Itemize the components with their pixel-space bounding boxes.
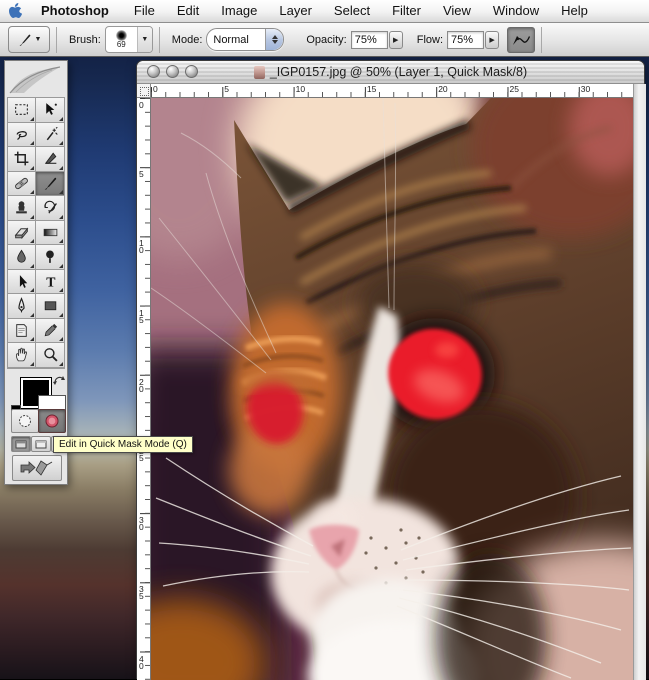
close-button[interactable]	[147, 65, 160, 78]
standard-mode-button[interactable]	[11, 409, 39, 433]
mode-label: Mode:	[172, 34, 203, 46]
flow-slider-button[interactable]: ▶	[485, 31, 499, 49]
vertical-ruler: 051 01 52 02 53 03 54 0	[137, 98, 151, 680]
tool-blur[interactable]	[8, 245, 36, 270]
tool-move[interactable]	[36, 98, 64, 123]
ruler-label: 0	[139, 102, 144, 109]
tool-preset-picker[interactable]: ▼	[8, 26, 50, 53]
ruler-label: 30	[581, 84, 590, 94]
ruler-label: 1 0	[139, 240, 144, 254]
menu-item-view[interactable]: View	[432, 0, 482, 22]
tool-zoom[interactable]	[36, 343, 64, 368]
tool-lasso[interactable]	[8, 123, 36, 148]
tool-magic-wand[interactable]	[36, 123, 64, 148]
ruler-label: 15	[367, 84, 376, 94]
tool-options-bar: ▼ Brush: 69 ▼ Mode: Normal Opacity: 75% …	[0, 23, 649, 57]
ruler-label: 25	[510, 84, 519, 94]
brush-dropdown-arrow[interactable]: ▼	[137, 27, 152, 52]
tool-brush[interactable]	[36, 172, 64, 197]
opacity-slider-button[interactable]: ▶	[389, 31, 403, 49]
menu-item-file[interactable]: File	[123, 0, 166, 22]
ruler-label: 1 5	[139, 310, 144, 324]
separator	[159, 27, 160, 53]
svg-text:T: T	[46, 274, 55, 289]
tool-eyedropper[interactable]	[36, 319, 64, 344]
document-canvas[interactable]	[151, 98, 633, 680]
ruler-label: 3 0	[139, 517, 144, 531]
blend-mode-value: Normal	[207, 34, 265, 46]
opacity-label: Opacity:	[306, 34, 346, 46]
separator	[541, 27, 542, 53]
ruler-label: 4 0	[139, 656, 144, 670]
tool-pen[interactable]	[8, 294, 36, 319]
minimize-button[interactable]	[166, 65, 179, 78]
ruler-label: 3 5	[139, 586, 144, 600]
apple-icon	[8, 3, 22, 19]
tool-history-brush[interactable]	[36, 196, 64, 221]
ruler-label: 5	[224, 84, 229, 94]
brush-size: 69	[117, 41, 126, 49]
tool-eraser[interactable]	[8, 221, 36, 246]
brush-tool-icon	[17, 32, 33, 48]
tool-gradient[interactable]	[36, 221, 64, 246]
tool-path-selection[interactable]	[8, 270, 36, 295]
quick-mask-mode-button[interactable]	[38, 409, 66, 433]
document-proxy-icon[interactable]	[254, 66, 265, 79]
window-title: _IGP0157.jpg @ 50% (Layer 1, Quick Mask/…	[270, 65, 527, 79]
tooltip: Edit in Quick Mask Mode (Q)	[53, 436, 193, 453]
flow-label: Flow:	[417, 34, 443, 46]
separator	[56, 27, 57, 53]
chevron-down-icon: ▼	[35, 36, 42, 43]
tool-dodge[interactable]	[36, 245, 64, 270]
full-screen-with-menu-button[interactable]	[31, 436, 51, 452]
horizontal-ruler: 0 5 10 15 20 25 30	[151, 84, 633, 98]
tool-notes[interactable]	[8, 319, 36, 344]
ruler-label: 10	[296, 84, 305, 94]
airbrush-toggle[interactable]	[507, 27, 535, 53]
popup-arrows-icon	[265, 29, 283, 50]
swap-colors-icon[interactable]	[52, 373, 66, 391]
tool-slice[interactable]	[36, 147, 64, 172]
menu-item-image[interactable]: Image	[210, 0, 268, 22]
document-window: _IGP0157.jpg @ 50% (Layer 1, Quick Mask/…	[136, 60, 645, 679]
airbrush-icon	[511, 33, 531, 47]
jump-to-imageready-button[interactable]	[12, 455, 62, 481]
standard-screen-mode-button[interactable]	[11, 436, 31, 452]
ruler-label: 0	[153, 84, 158, 94]
menu-item-filter[interactable]: Filter	[381, 0, 432, 22]
imageready-icon	[19, 459, 55, 477]
ruler-corner	[137, 84, 151, 98]
menu-item-photoshop[interactable]: Photoshop	[30, 0, 123, 22]
window-title-bar[interactable]: _IGP0157.jpg @ 50% (Layer 1, Quick Mask/…	[137, 61, 644, 84]
photoshop-feather-logo	[6, 63, 64, 95]
cat-photo	[151, 98, 633, 680]
menu-item-layer[interactable]: Layer	[268, 0, 323, 22]
opacity-input[interactable]: 75%	[351, 31, 388, 49]
ruler-label: 5	[139, 171, 144, 178]
ruler-label: 2 0	[139, 379, 144, 393]
ruler-label: 20	[438, 84, 447, 94]
tool-clone-stamp[interactable]	[8, 196, 36, 221]
brush-picker[interactable]: 69 ▼	[105, 26, 153, 53]
menu-item-help[interactable]: Help	[550, 0, 599, 22]
tool-type[interactable]: T	[36, 270, 64, 295]
tool-crop[interactable]	[8, 147, 36, 172]
tool-healing-brush[interactable]	[8, 172, 36, 197]
blend-mode-select[interactable]: Normal	[206, 28, 284, 51]
menu-item-window[interactable]: Window	[482, 0, 550, 22]
flow-input[interactable]: 75%	[447, 31, 484, 49]
tool-hand[interactable]	[8, 343, 36, 368]
toolbox-palette: T	[4, 60, 68, 485]
apple-menu[interactable]	[0, 3, 30, 19]
brush-label: Brush:	[69, 34, 101, 46]
tool-rectangular-marquee[interactable]	[8, 98, 36, 123]
tooltip-text: Edit in Quick Mask Mode (Q)	[59, 439, 187, 450]
vertical-scrollbar[interactable]	[633, 84, 646, 680]
menu-item-edit[interactable]: Edit	[166, 0, 210, 22]
zoom-button[interactable]	[185, 65, 198, 78]
tool-rectangle[interactable]	[36, 294, 64, 319]
menu-bar: PhotoshopFileEditImageLayerSelectFilterV…	[0, 0, 649, 23]
menu-item-select[interactable]: Select	[323, 0, 381, 22]
